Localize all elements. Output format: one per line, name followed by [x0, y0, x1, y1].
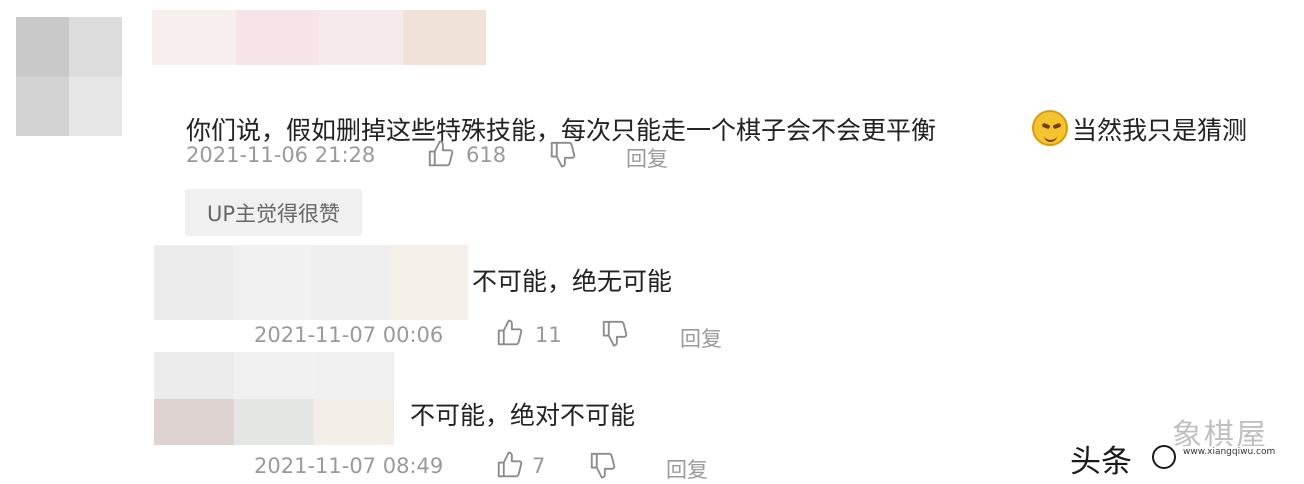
- comment-text: 不可能，绝对不可能: [410, 401, 636, 430]
- reply-button[interactable]: 回复: [626, 143, 668, 173]
- squinting-face-emoji-icon: [1032, 110, 1068, 146]
- like-count: 11: [535, 323, 562, 347]
- thumbs-up-icon[interactable]: [495, 318, 525, 348]
- username-blurred[interactable]: [152, 10, 486, 65]
- like-count: 7: [532, 454, 546, 478]
- thumbs-down-icon[interactable]: [600, 318, 630, 348]
- comment-text-tail: 当然我只是猜测: [1072, 116, 1248, 145]
- comment-timestamp: 2021-11-06 21:28: [186, 143, 376, 167]
- avatar-blurred[interactable]: [16, 17, 122, 136]
- comment-text: 不可能，绝无可能: [472, 267, 673, 296]
- reply-button[interactable]: 回复: [680, 323, 722, 353]
- watermark-url: www.xiangqiwu.com: [1180, 446, 1279, 458]
- like-count: 618: [466, 143, 507, 167]
- watermark-logo-icon: [1152, 445, 1176, 469]
- reply-button[interactable]: 回复: [666, 454, 708, 484]
- comment-timestamp: 2021-11-07 08:49: [254, 454, 444, 478]
- up-liked-badge: UP主觉得很赞: [185, 189, 362, 236]
- user-info-blurred[interactable]: [154, 352, 394, 445]
- user-info-blurred[interactable]: [154, 245, 468, 320]
- comment-timestamp: 2021-11-07 00:06: [254, 323, 444, 347]
- thumbs-up-icon[interactable]: [426, 139, 456, 169]
- thumbs-down-icon[interactable]: [548, 139, 578, 169]
- watermark-platform: 头条: [1070, 444, 1132, 480]
